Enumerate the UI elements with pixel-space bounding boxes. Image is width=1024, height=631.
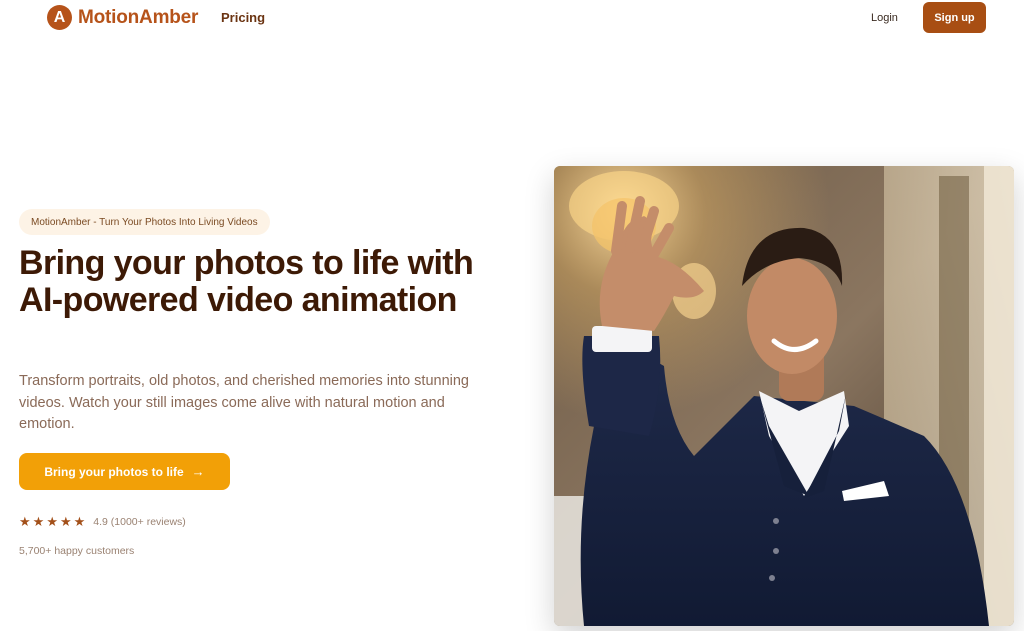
- hero-image-illustration: [554, 166, 1014, 626]
- star-icon: ★: [19, 514, 31, 529]
- site-header: A MotionAmber Pricing Login Sign up: [0, 0, 1024, 36]
- logo-icon: A: [47, 5, 72, 30]
- hero-subtext: Transform portraits, old photos, and che…: [19, 373, 469, 432]
- customer-count: 5,700+ happy customers: [19, 545, 135, 557]
- cta-button[interactable]: Bring your photos to life →: [19, 453, 230, 490]
- star-icon: ★: [32, 514, 45, 529]
- star-icon: ★: [46, 514, 58, 529]
- rating-text: 4.9 (1000+ reviews): [93, 515, 186, 528]
- brand-logo-link[interactable]: A MotionAmber: [47, 5, 198, 30]
- hero-badge: MotionAmber - Turn Your Photos Into Livi…: [19, 209, 270, 235]
- hero-headline: Bring your photos to life with AI-powere…: [19, 244, 474, 319]
- brand-name: MotionAmber: [78, 6, 199, 28]
- rating-stars: ★ ★ ★ ★ ★: [19, 515, 85, 528]
- cta-label: Bring your photos to life: [44, 464, 184, 479]
- logo-letter: A: [53, 8, 66, 26]
- rating-row: ★ ★ ★ ★ ★ 4.9 (1000+ reviews): [19, 515, 186, 528]
- login-link[interactable]: Login: [871, 12, 898, 24]
- hero-image: [554, 166, 1014, 626]
- nav-pricing-link[interactable]: Pricing: [221, 10, 265, 25]
- star-icon: ★: [73, 514, 86, 529]
- signup-button[interactable]: Sign up: [923, 2, 986, 33]
- arrow-right-icon: →: [191, 464, 205, 479]
- star-icon: ★: [59, 514, 72, 529]
